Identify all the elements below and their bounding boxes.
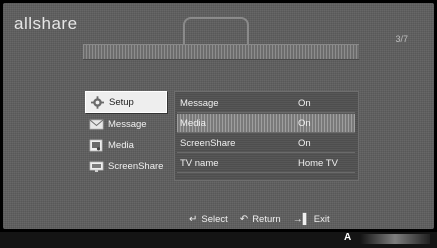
tv-screen: allshare 3/7 Setup Message Media ScreenS…: [3, 3, 434, 229]
setting-row-screenshare[interactable]: ScreenShare On: [177, 134, 355, 153]
envelope-icon: [89, 118, 104, 131]
enter-icon: ↵: [189, 213, 198, 225]
title-bar-accent: [183, 17, 249, 45]
setting-row-tv-name[interactable]: TV name Home TV: [177, 154, 355, 173]
footer-hints: ↵ Select ↶ Return →▌ Exit: [189, 212, 342, 226]
setting-label: Message: [180, 97, 219, 109]
menu-item-label: Setup: [109, 96, 134, 108]
return-hint[interactable]: ↶ Return: [240, 214, 281, 225]
title-bar: [83, 44, 359, 60]
setting-value: On: [298, 137, 311, 149]
exit-hint[interactable]: →▌ Exit: [293, 214, 330, 225]
menu-item-message[interactable]: Message: [85, 114, 173, 134]
setting-value: On: [298, 117, 311, 129]
menu-item-setup[interactable]: Setup: [85, 91, 167, 113]
setting-value: Home TV: [298, 157, 338, 169]
left-menu: Setup Message Media ScreenShare: [85, 91, 173, 177]
setting-row-media[interactable]: Media On: [177, 114, 355, 133]
setting-label: Media: [180, 117, 206, 129]
setting-value: On: [298, 97, 311, 109]
media-icon: [89, 139, 104, 152]
exit-icon: →▌: [292, 213, 310, 225]
setting-row-message[interactable]: Message On: [177, 94, 355, 113]
annotation-letter: A: [344, 232, 352, 243]
return-hint-label: Return: [252, 213, 281, 225]
exit-hint-label: Exit: [313, 213, 330, 225]
menu-item-label: Message: [108, 118, 147, 130]
setting-label: ScreenShare: [180, 137, 236, 149]
select-hint[interactable]: ↵ Select: [189, 214, 228, 225]
menu-item-screenshare[interactable]: ScreenShare: [85, 156, 173, 176]
return-icon: ↶: [239, 213, 249, 225]
page-number: 3/7: [395, 34, 408, 44]
screenshare-icon: [89, 160, 104, 173]
menu-item-media[interactable]: Media: [85, 135, 173, 155]
menu-item-label: Media: [108, 139, 134, 151]
select-hint-label: Select: [201, 213, 228, 225]
setting-label: TV name: [180, 157, 219, 169]
menu-item-label: ScreenShare: [108, 160, 164, 172]
brand-logo: allshare: [14, 14, 78, 33]
gear-icon: [90, 95, 105, 109]
settings-panel: Message On Media On ScreenShare On TV na…: [174, 91, 359, 181]
bottom-glow: [360, 234, 430, 244]
